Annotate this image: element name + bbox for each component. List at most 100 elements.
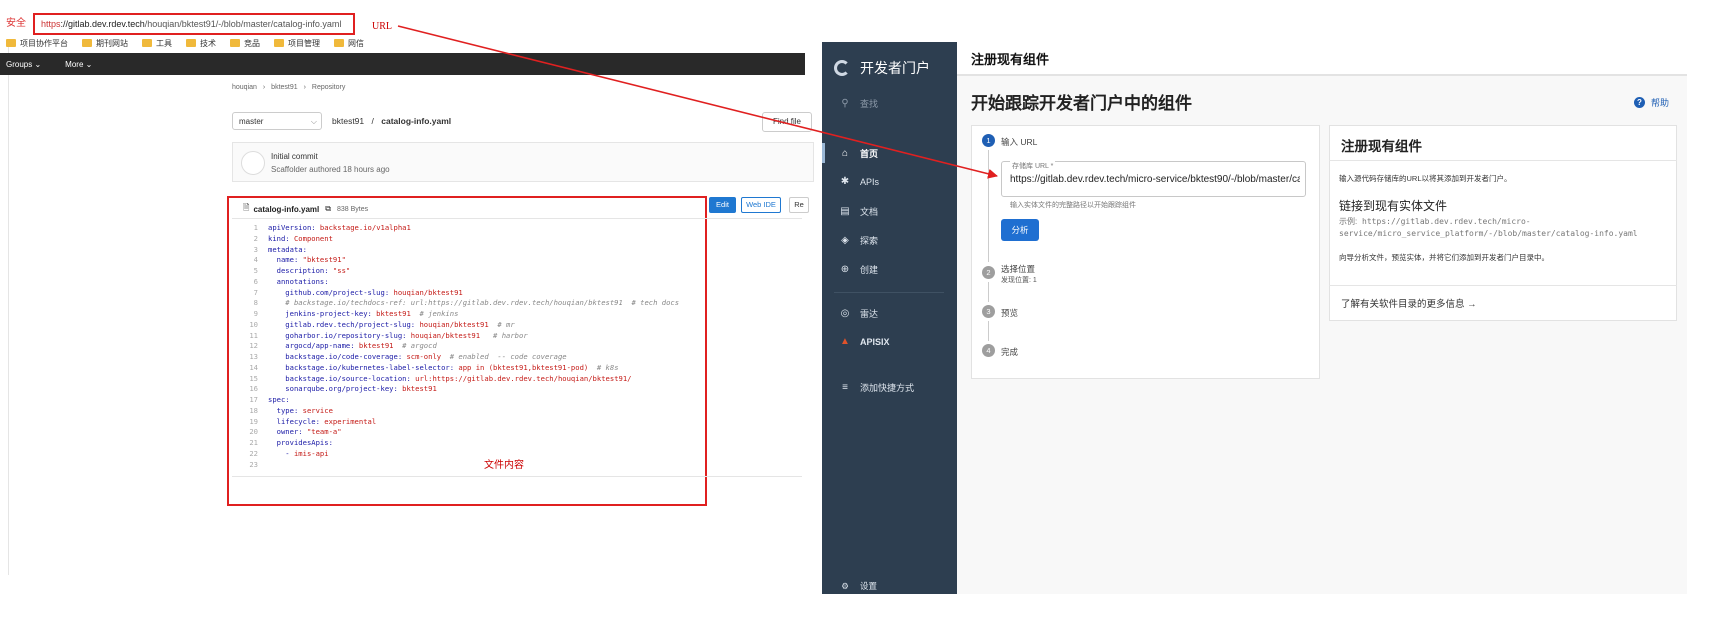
step-label[interactable]: 完成	[1001, 346, 1018, 358]
bookmark[interactable]: 期刊网站	[82, 38, 128, 49]
breadcrumb-item[interactable]: houqian	[232, 84, 257, 91]
file-icon: 🗎	[243, 203, 250, 212]
divider	[1329, 285, 1677, 286]
sidebar-item-settings[interactable]: ⚙ 设置	[838, 580, 877, 592]
playlist-add-icon: ≡	[842, 382, 848, 393]
nav-groups[interactable]: Groups ⌄	[6, 60, 41, 69]
sidebar-item-apisix[interactable]: ▲ APISIX	[838, 336, 889, 347]
breadcrumb-item[interactable]: bktest91	[271, 84, 297, 91]
layers-icon: ◈	[841, 235, 849, 246]
page-title: 开始跟踪开发者门户中的组件	[971, 94, 1192, 113]
step-number: 2	[982, 266, 995, 279]
folder-icon	[334, 39, 344, 47]
commit-title[interactable]: Initial commit	[271, 152, 318, 161]
sidebar-item-apis[interactable]: ✱ APIs	[838, 176, 879, 187]
code-line: 14 backstage.io/kubernetes-label-selecto…	[249, 362, 619, 372]
analyze-button[interactable]: 分析	[1001, 219, 1039, 241]
sidebar-item-create[interactable]: ⊕ 创建	[838, 263, 878, 276]
folder-icon	[6, 39, 16, 47]
code-line: 9 jenkins-project-key: bktest91 # jenkin…	[253, 309, 459, 318]
folder-icon	[142, 39, 152, 47]
branch-select[interactable]: master ⌵	[232, 112, 322, 130]
nav-more[interactable]: More ⌄	[65, 60, 92, 69]
help-icon: ?	[1634, 97, 1645, 108]
sidebar-item-home[interactable]: ⌂ 首页	[838, 147, 878, 160]
add-circle-icon: ⊕	[840, 264, 850, 275]
header-title: 注册现有组件	[971, 52, 1050, 67]
folder-icon	[274, 39, 284, 47]
code-line: 1 apiVersion: backstage.io/v1alpha1	[253, 223, 411, 232]
code-line: 18 type: service	[249, 405, 333, 415]
find-file-button[interactable]: Find file	[762, 112, 812, 132]
input-helper-text: 输入实体文件的完整路径以开始跟踪组件	[1010, 202, 1136, 209]
avatar	[241, 151, 265, 175]
code-line: 22 - imis-api	[249, 448, 329, 458]
sidebar-item-radar[interactable]: ◎ 雷达	[838, 307, 878, 320]
code-line: 2 kind: Component	[253, 233, 333, 243]
code-line: 10 gitlab.rdev.tech/project-slug: houqia…	[249, 319, 515, 329]
web-ide-button[interactable]: Web IDE	[741, 197, 781, 213]
learn-more-link[interactable]: 了解有关软件目录的更多信息 →	[1341, 296, 1477, 310]
step-label[interactable]: 选择位置	[1001, 263, 1035, 275]
code-line: 5 description: "ss"	[253, 266, 351, 275]
divider	[1329, 160, 1677, 161]
edit-button[interactable]: Edit	[709, 197, 736, 213]
code-line: 3 metadata:	[253, 244, 307, 254]
step-label[interactable]: 输入 URL	[1001, 136, 1037, 148]
code-line: 16 sonarqube.org/project-key: bktest91	[249, 384, 437, 394]
copy-icon[interactable]: ⧉	[325, 204, 331, 214]
info-card-subtitle: 链接到现有实体文件	[1339, 199, 1448, 213]
step-connector	[988, 282, 989, 302]
step-connector	[988, 150, 989, 262]
divider	[232, 218, 802, 219]
active-indicator	[822, 143, 825, 163]
bookmark[interactable]: 项目管理	[274, 38, 320, 49]
code-line: 6 annotations:	[253, 276, 329, 286]
step-label[interactable]: 预览	[1001, 307, 1018, 319]
info-card-example: 示例: https://gitlab.dev.rdev.tech/micro- …	[1339, 217, 1638, 238]
code-line: 15 backstage.io/source-location: url:htt…	[249, 373, 632, 383]
sidebar-item-docs[interactable]: ▤ 文档	[838, 205, 878, 218]
step-number: 4	[982, 344, 995, 357]
bookmark[interactable]: 竞品	[230, 38, 260, 49]
folder-icon	[186, 39, 196, 47]
url-path: /houqian/bktest91/-/blob/master/catalog-…	[144, 19, 342, 29]
header	[957, 42, 1687, 76]
folder-icon	[230, 39, 240, 47]
file-header: 🗎 catalog-info.yaml ⧉ 838 Bytes	[243, 202, 368, 216]
file-name: catalog-info.yaml	[253, 204, 320, 214]
gitlab-navbar: Groups ⌄ More ⌄	[0, 53, 805, 75]
input-label: 存储库 URL *	[1010, 161, 1056, 171]
code-line: 7 github.com/project-slug: houqian/bktes…	[253, 287, 463, 297]
step-sublabel: 发现位置: 1	[1001, 277, 1037, 284]
bookmark[interactable]: 技术	[186, 38, 216, 49]
commit-author[interactable]: Scaffolder	[271, 165, 307, 174]
divider	[8, 40, 9, 575]
help-link[interactable]: ? 帮助	[1634, 96, 1669, 109]
sidebar-item-explore[interactable]: ◈ 探索	[838, 234, 878, 247]
repository-url-input[interactable]: 存储库 URL * https://gitlab.dev.rdev.tech/m…	[1001, 161, 1306, 197]
code-line: 12 argocd/app-name: bktest91 # argocd	[249, 341, 437, 351]
folder-icon	[82, 39, 92, 47]
code-line: 21 providesApis:	[249, 438, 333, 447]
address-bar[interactable]: https://gitlab.dev.rdev.tech/houqian/bkt…	[33, 13, 355, 35]
breadcrumb-item[interactable]: Repository	[312, 84, 345, 91]
divider	[232, 476, 802, 477]
info-card-guide: 向导分析文件，预览实体，并将它们添加到开发者门户目录中。	[1339, 253, 1549, 262]
replace-button[interactable]: Re	[789, 197, 809, 213]
url-host: ://gitlab.dev.rdev.tech	[60, 19, 145, 29]
radar-icon: ◎	[840, 308, 850, 319]
home-icon: ⌂	[841, 148, 849, 159]
brand[interactable]: 开发者门户	[834, 58, 930, 78]
bookmark[interactable]: 网信	[334, 38, 364, 49]
library-icon: ▤	[840, 206, 850, 217]
sidebar-search[interactable]: ⚲ 查找	[838, 97, 878, 110]
code-line: 11 goharbor.io/repository-slug: houqian/…	[249, 330, 528, 340]
code-line: 20 owner: "team-a"	[249, 427, 342, 437]
bookmark[interactable]: 项目协作平台	[6, 38, 68, 49]
bookmark[interactable]: 工具	[142, 38, 172, 49]
step-number: 3	[982, 305, 995, 318]
content-annotation: 文件内容	[484, 460, 524, 471]
bookmarks-bar: 项目协作平台 期刊网站 工具 技术 竞品 项目管理 网信	[0, 34, 805, 52]
sidebar-item-add-shortcut[interactable]: ≡ 添加快捷方式	[838, 381, 914, 394]
